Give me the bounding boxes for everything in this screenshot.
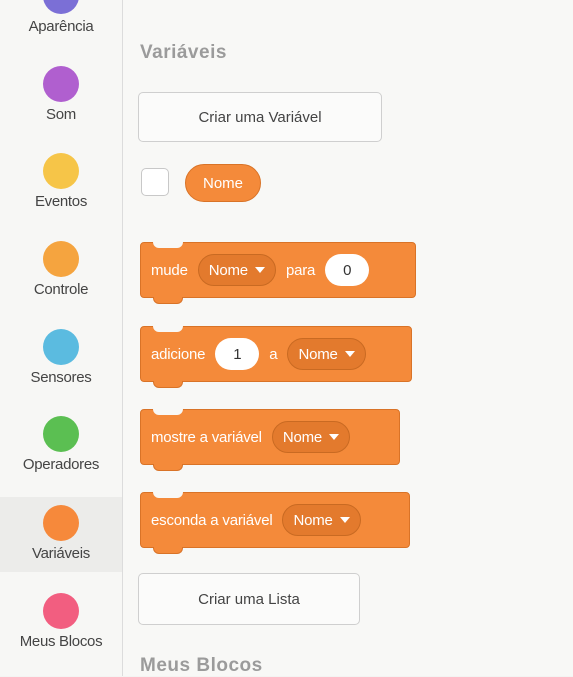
block-text: adicione <box>151 345 206 363</box>
change-variable-block[interactable]: adicione 1 a Nome <box>140 326 412 388</box>
category-sensing[interactable]: Sensores <box>0 329 122 386</box>
category-events[interactable]: Eventos <box>0 153 122 210</box>
value-input[interactable]: 1 <box>215 338 260 370</box>
create-list-button[interactable]: Criar uma Lista <box>138 573 360 625</box>
variable-dropdown[interactable]: Nome <box>271 421 351 453</box>
value-input[interactable]: 0 <box>325 254 370 286</box>
category-label: Operadores <box>22 456 100 473</box>
dropdown-arrow-icon <box>344 351 355 357</box>
dropdown-value: Nome <box>208 261 248 279</box>
variables-category-icon <box>43 505 79 541</box>
block-text: mostre a variável <box>151 428 262 446</box>
category-control[interactable]: Controle <box>0 241 122 298</box>
category-label: Eventos <box>34 193 88 210</box>
dropdown-arrow-icon <box>339 517 350 523</box>
category-label: Variáveis <box>32 545 90 562</box>
show-variable-block[interactable]: mostre a variável Nome <box>140 409 400 471</box>
events-category-icon <box>43 153 79 189</box>
sensing-category-icon <box>43 329 79 365</box>
variables-heading: Variáveis <box>140 42 227 63</box>
dropdown-value: Nome <box>298 345 338 363</box>
block-text: para <box>285 261 316 279</box>
category-looks[interactable]: Aparência <box>0 0 122 35</box>
operators-category-icon <box>43 416 79 452</box>
category-label: Aparência <box>28 18 94 35</box>
dropdown-value: Nome <box>282 428 323 446</box>
control-category-icon <box>43 241 79 277</box>
looks-category-icon <box>43 0 79 14</box>
category-label: Som <box>46 106 76 123</box>
dropdown-arrow-icon <box>254 267 265 273</box>
category-variables[interactable]: Variáveis <box>0 497 122 572</box>
category-sound[interactable]: Som <box>0 66 122 123</box>
category-operators[interactable]: Operadores <box>0 416 122 473</box>
my-blocks-heading: Meus Blocos <box>140 655 263 676</box>
block-text: mude <box>151 261 188 279</box>
category-label: Sensores <box>30 369 92 386</box>
dropdown-value: Nome <box>293 511 333 529</box>
sound-category-icon <box>43 66 79 102</box>
variable-reporter-block[interactable]: Nome <box>185 164 261 202</box>
category-my-blocks[interactable]: Meus Blocos <box>0 593 122 650</box>
category-label: Meus Blocos <box>19 633 103 650</box>
create-variable-button[interactable]: Criar uma Variável <box>138 92 382 142</box>
variable-dropdown[interactable]: Nome <box>282 504 361 536</box>
block-text: a <box>269 345 278 363</box>
set-variable-block[interactable]: mude Nome para 0 <box>140 242 416 304</box>
category-label: Controle <box>33 281 89 298</box>
my-blocks-category-icon <box>43 593 79 629</box>
block-text: esconda a variável <box>151 511 273 529</box>
hide-variable-block[interactable]: esconda a variável Nome <box>140 492 410 554</box>
variable-monitor-checkbox[interactable] <box>141 168 169 196</box>
category-sidebar: Aparência Som Eventos Controle Sensores … <box>0 0 123 676</box>
dropdown-arrow-icon <box>329 434 340 440</box>
variable-dropdown[interactable]: Nome <box>197 254 276 286</box>
variable-dropdown[interactable]: Nome <box>287 338 366 370</box>
